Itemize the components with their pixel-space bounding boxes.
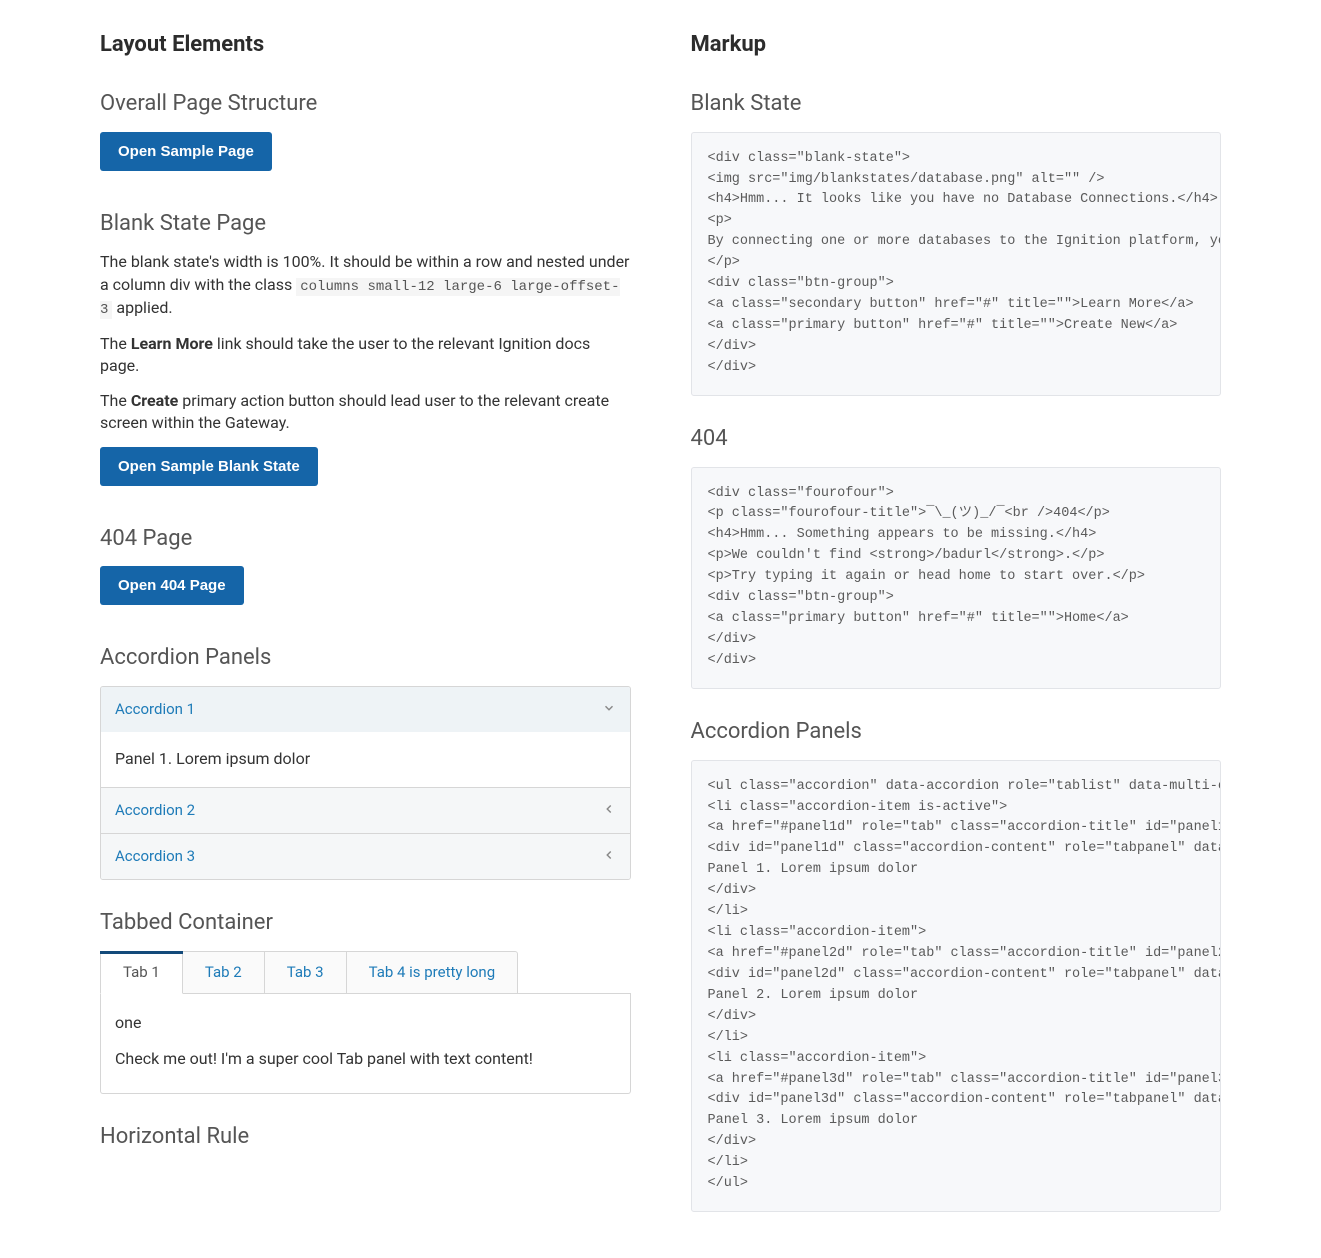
heading-markup-blank-state: Blank State	[691, 89, 1222, 120]
tab-1[interactable]: Tab 1	[100, 951, 183, 994]
open-404-page-button[interactable]: Open 404 Page	[100, 566, 244, 605]
heading-horizontal-rule: Horizontal Rule	[100, 1122, 631, 1153]
heading-accordion-panels: Accordion Panels	[100, 643, 631, 674]
tab-panel-line-2: Check me out! I'm a super cool Tab panel…	[115, 1048, 616, 1070]
heading-overall-structure: Overall Page Structure	[100, 89, 631, 120]
blank-state-para-2: The Learn More link should take the user…	[100, 333, 631, 378]
tab-3[interactable]: Tab 3	[265, 951, 347, 994]
heading-markup-accordion: Accordion Panels	[691, 717, 1222, 748]
tab-2[interactable]: Tab 2	[183, 951, 265, 994]
left-column: Layout Elements Overall Page Structure O…	[0, 30, 661, 1228]
heading-blank-state-page: Blank State Page	[100, 209, 631, 240]
code-blank-state: <div class="blank-state"> <img src="img/…	[691, 132, 1222, 396]
accordion-content-1: Panel 1. Lorem ipsum dolor	[101, 732, 630, 786]
right-title: Markup	[691, 30, 1222, 61]
accordion-title-3: Accordion 3	[115, 846, 195, 867]
blank-state-para-1: The blank state's width is 100%. It shou…	[100, 251, 631, 321]
tab-panel-1: one Check me out! I'm a super cool Tab p…	[100, 994, 631, 1094]
accordion-header-1[interactable]: Accordion 1	[101, 687, 630, 732]
accordion-header-2[interactable]: Accordion 2	[101, 788, 630, 833]
tab-4[interactable]: Tab 4 is pretty long	[347, 951, 519, 994]
tab-panel-line-1: one	[115, 1012, 616, 1034]
accordion-item-3: Accordion 3	[101, 833, 630, 879]
right-column: Markup Blank State <div class="blank-sta…	[661, 30, 1321, 1228]
code-404: <div class="fourofour"> <p class="fourof…	[691, 467, 1222, 689]
accordion-title-2: Accordion 2	[115, 800, 195, 821]
left-title: Layout Elements	[100, 30, 631, 61]
chevron-down-icon	[602, 697, 616, 722]
accordion-header-3[interactable]: Accordion 3	[101, 834, 630, 879]
accordion-item-2: Accordion 2	[101, 787, 630, 833]
open-sample-blank-state-button[interactable]: Open Sample Blank State	[100, 447, 318, 486]
chevron-left-icon	[602, 844, 616, 869]
open-sample-page-button[interactable]: Open Sample Page	[100, 132, 272, 171]
heading-404-page: 404 Page	[100, 524, 631, 555]
tab-list: Tab 1 Tab 2 Tab 3 Tab 4 is pretty long	[100, 951, 631, 994]
accordion-title-1: Accordion 1	[115, 699, 195, 720]
heading-tabbed-container: Tabbed Container	[100, 908, 631, 939]
accordion-item-1: Accordion 1 Panel 1. Lorem ipsum dolor	[101, 687, 630, 787]
heading-markup-404: 404	[691, 424, 1222, 455]
chevron-left-icon	[602, 798, 616, 823]
accordion: Accordion 1 Panel 1. Lorem ipsum dolor A…	[100, 686, 631, 880]
blank-state-para-3: The Create primary action button should …	[100, 390, 631, 435]
code-accordion: <ul class="accordion" data-accordion rol…	[691, 760, 1222, 1212]
